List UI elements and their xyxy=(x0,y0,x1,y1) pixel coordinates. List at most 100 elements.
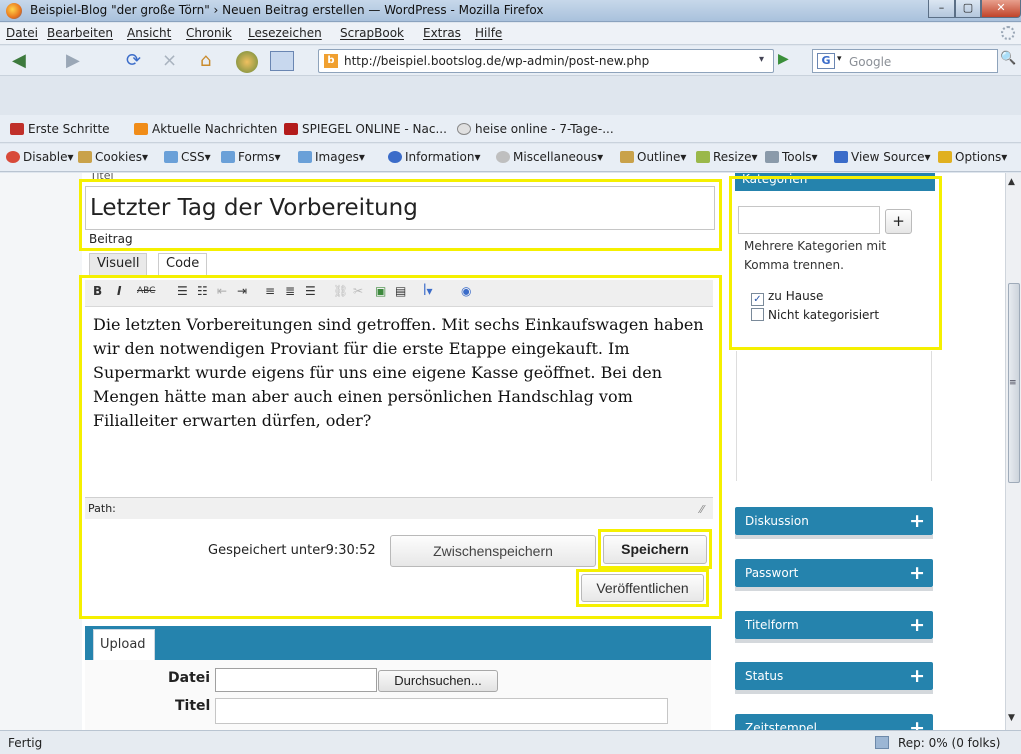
save-draft-button[interactable]: Zwischenspeichern xyxy=(390,535,596,567)
stop-button[interactable]: ⨯ xyxy=(162,50,177,72)
view-source-icon xyxy=(834,151,848,163)
publish-button[interactable]: Veröffentlichen xyxy=(581,574,704,602)
strikethrough-button[interactable]: ABC xyxy=(137,286,155,296)
go-button[interactable]: ▶ xyxy=(778,51,798,71)
dev-tools-menu[interactable]: Tools▾ xyxy=(765,150,818,164)
menu-hilfe[interactable]: Hilfe xyxy=(475,26,502,40)
category-hint: Mehrere Kategorien mit Komma trennen. xyxy=(744,239,887,272)
dev-options-menu[interactable]: Options▾ xyxy=(938,150,1007,164)
search-input[interactable]: Google xyxy=(849,55,891,69)
menu-bar: Datei Bearbeiten Ansicht Chronik Lesezei… xyxy=(0,23,1021,45)
align-center-icon[interactable]: ≣ xyxy=(285,284,295,298)
tab-code[interactable]: Code xyxy=(158,253,208,275)
link-icon[interactable]: ⛓ xyxy=(333,284,348,298)
bold-button[interactable]: B xyxy=(93,284,102,298)
dev-miscellaneous-menu[interactable]: Miscellaneous▾ xyxy=(496,150,603,164)
bookmark-erste-schritte[interactable]: Erste Schritte xyxy=(10,122,110,136)
expand-plus-icon[interactable]: + xyxy=(909,507,925,535)
home-button[interactable]: ⌂ xyxy=(200,50,211,72)
box-diskussion[interactable]: Diskussion + xyxy=(735,507,933,535)
expand-plus-icon[interactable]: + xyxy=(909,559,925,587)
url-text[interactable]: http://beispiel.bootslog.de/wp-admin/pos… xyxy=(344,54,649,68)
dev-resize-menu[interactable]: Resize▾ xyxy=(696,150,757,164)
indent-icon[interactable]: ⇥ xyxy=(237,284,247,298)
reload-icon: ⟳ xyxy=(126,50,142,71)
more-tag-icon[interactable]: ▤ xyxy=(395,284,406,298)
resize-handle-icon[interactable]: ⁄⁄ xyxy=(700,503,704,516)
new-category-input[interactable] xyxy=(738,206,880,234)
tab-visual[interactable]: Visuell xyxy=(89,253,148,275)
url-bar[interactable]: b http://beispiel.bootslog.de/wp-admin/p… xyxy=(318,49,774,73)
help-icon[interactable]: ◉ xyxy=(461,284,471,298)
scroll-down-icon[interactable]: ▼ xyxy=(1008,713,1015,723)
dev-cookies-menu[interactable]: Cookies▾ xyxy=(78,150,148,164)
reload-button[interactable]: ⟳ xyxy=(126,50,141,72)
extension-icon[interactable] xyxy=(236,51,258,73)
dev-forms-menu[interactable]: Forms▾ xyxy=(221,150,281,164)
tab-upload[interactable]: Upload xyxy=(93,629,155,660)
checkbox-checked-icon[interactable]: ✓ xyxy=(751,293,764,306)
spellcheck-icon[interactable]: ꟾ▾ xyxy=(423,284,433,298)
italic-button[interactable]: I xyxy=(117,284,121,298)
box-zeitstempel[interactable]: Zeitstempel + xyxy=(735,714,933,730)
bookmark-aktuelle-nachrichten[interactable]: Aktuelle Nachrichten xyxy=(134,122,277,136)
menu-bearbeiten[interactable]: Bearbeiten xyxy=(47,26,113,40)
bullet-list-icon[interactable]: ☰ xyxy=(177,284,188,298)
upload-title-input[interactable] xyxy=(215,698,668,724)
forward-button[interactable]: ▶ xyxy=(66,50,80,72)
menu-datei[interactable]: Datei xyxy=(6,26,38,40)
box-passwort[interactable]: Passwort + xyxy=(735,559,933,587)
minimize-button[interactable]: – xyxy=(928,0,955,18)
menu-chronik[interactable]: Chronik xyxy=(186,26,232,40)
editor-content[interactable]: Die letzten Vorbereitungen sind getroffe… xyxy=(85,307,713,497)
expand-plus-icon[interactable]: + xyxy=(909,611,925,639)
dev-images-menu[interactable]: Images▾ xyxy=(298,150,365,164)
file-path-input[interactable] xyxy=(215,668,377,692)
dev-information-menu[interactable]: Information▾ xyxy=(388,150,481,164)
search-engine-icon[interactable]: G xyxy=(817,53,835,69)
dev-menu-label: Tools▾ xyxy=(782,150,818,164)
align-right-icon[interactable]: ☰ xyxy=(305,284,316,298)
align-left-icon[interactable]: ≡ xyxy=(265,284,275,298)
url-dropdown-icon[interactable]: ▾ xyxy=(759,54,764,65)
save-button[interactable]: Speichern xyxy=(603,535,707,564)
menu-lesezeichen[interactable]: Lesezeichen xyxy=(248,26,322,40)
numbered-list-icon[interactable]: ☷ xyxy=(197,284,208,298)
expand-plus-icon[interactable]: + xyxy=(909,714,925,730)
dev-menu-label: View Source▾ xyxy=(851,150,931,164)
add-category-button[interactable]: + xyxy=(885,209,912,234)
unlink-icon[interactable]: ✂ xyxy=(353,284,363,298)
dev-outline-menu[interactable]: Outline▾ xyxy=(620,150,686,164)
menu-ansicht[interactable]: Ansicht xyxy=(127,26,171,40)
search-button[interactable]: 🔍 xyxy=(1000,51,1018,71)
upload-tabbar xyxy=(85,626,711,660)
box-shadow xyxy=(735,690,933,694)
expand-plus-icon[interactable]: + xyxy=(909,662,925,690)
addon-status-icon[interactable] xyxy=(875,736,889,749)
vertical-scrollbar[interactable]: ▲ ≡ ▼ xyxy=(1005,173,1021,730)
browse-button[interactable]: Durchsuchen... xyxy=(378,670,498,692)
dev-disable-menu[interactable]: Disable▾ xyxy=(6,150,74,164)
box-titelform[interactable]: Titelform + xyxy=(735,611,933,639)
back-button[interactable]: ◀ xyxy=(12,50,26,72)
checkbox-icon[interactable] xyxy=(751,308,764,321)
category-item[interactable]: Nicht kategorisiert xyxy=(751,308,879,322)
dev-view-source-menu[interactable]: View Source▾ xyxy=(834,150,931,164)
category-item[interactable]: ✓ zu Hause xyxy=(751,289,823,306)
post-title-input[interactable]: Letzter Tag der Vorbereitung xyxy=(85,186,715,230)
insert-image-icon[interactable]: ▣ xyxy=(375,284,386,298)
dev-css-menu[interactable]: CSS▾ xyxy=(164,150,211,164)
outdent-icon[interactable]: ⇤ xyxy=(217,284,227,298)
maximize-button[interactable]: ▢ xyxy=(955,0,981,18)
bookmark-heise-online[interactable]: heise online - 7-Tage-... xyxy=(457,122,614,136)
search-box[interactable]: G ▾ Google xyxy=(812,49,998,73)
scroll-up-icon[interactable]: ▲ xyxy=(1008,177,1015,187)
screenshot-icon[interactable] xyxy=(270,51,294,71)
close-button[interactable]: ✕ xyxy=(981,0,1021,18)
box-status[interactable]: Status + xyxy=(735,662,933,690)
bookmark-spiegel-online[interactable]: SPIEGEL ONLINE - Nac... xyxy=(284,122,447,136)
search-engine-dropdown-icon[interactable]: ▾ xyxy=(837,54,842,64)
menu-scrapbook[interactable]: ScrapBook xyxy=(340,26,404,40)
menu-extras[interactable]: Extras xyxy=(423,26,461,40)
maximize-icon: ▢ xyxy=(962,1,974,14)
